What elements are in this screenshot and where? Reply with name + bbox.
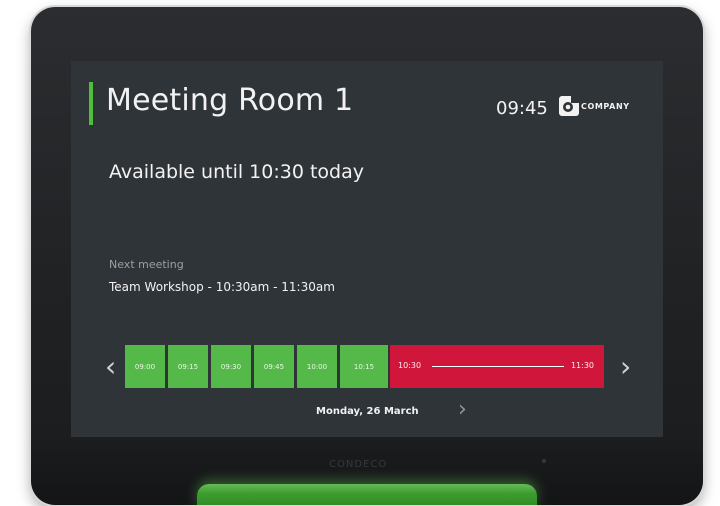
booked-duration-line (432, 366, 564, 367)
timeslot-0915[interactable]: 09:15 (168, 345, 208, 388)
next-meeting-details[interactable]: Team Workshop - 10:30am - 11:30am (109, 280, 335, 294)
booked-end-time: 11:30 (570, 361, 594, 370)
timeslot-0900[interactable]: 09:00 (125, 345, 165, 388)
timeslot-0945[interactable]: 09:45 (254, 345, 294, 388)
booked-block[interactable]: 10:30 11:30 (390, 345, 604, 388)
status-led-bar (197, 484, 537, 505)
chevron-right-icon[interactable]: › (620, 353, 631, 381)
room-screen: Meeting Room 1 09:45 COMPANY Available u… (71, 61, 663, 437)
next-meeting-label: Next meeting (109, 258, 184, 271)
clock: 09:45 (496, 98, 548, 119)
availability-status: Available until 10:30 today (109, 161, 364, 183)
room-display-device: Meeting Room 1 09:45 COMPANY Available u… (31, 7, 703, 505)
company-name: COMPANY (581, 102, 630, 111)
room-name: Meeting Room 1 (106, 83, 354, 118)
device-brand: CONDECO (329, 459, 388, 470)
timeslot-1015[interactable]: 10:15 (340, 345, 388, 388)
date-label: Monday, 26 March (316, 406, 419, 417)
date-next-chevron-icon[interactable]: › (458, 397, 467, 422)
booked-start-time: 10:30 (398, 361, 422, 370)
ambient-sensor (542, 459, 546, 463)
title-accent-bar (89, 82, 93, 125)
timeslot-1000[interactable]: 10:00 (297, 345, 337, 388)
company-logo-icon (559, 96, 579, 116)
chevron-left-icon[interactable]: ‹ (105, 353, 116, 381)
timeslot-0930[interactable]: 09:30 (211, 345, 251, 388)
